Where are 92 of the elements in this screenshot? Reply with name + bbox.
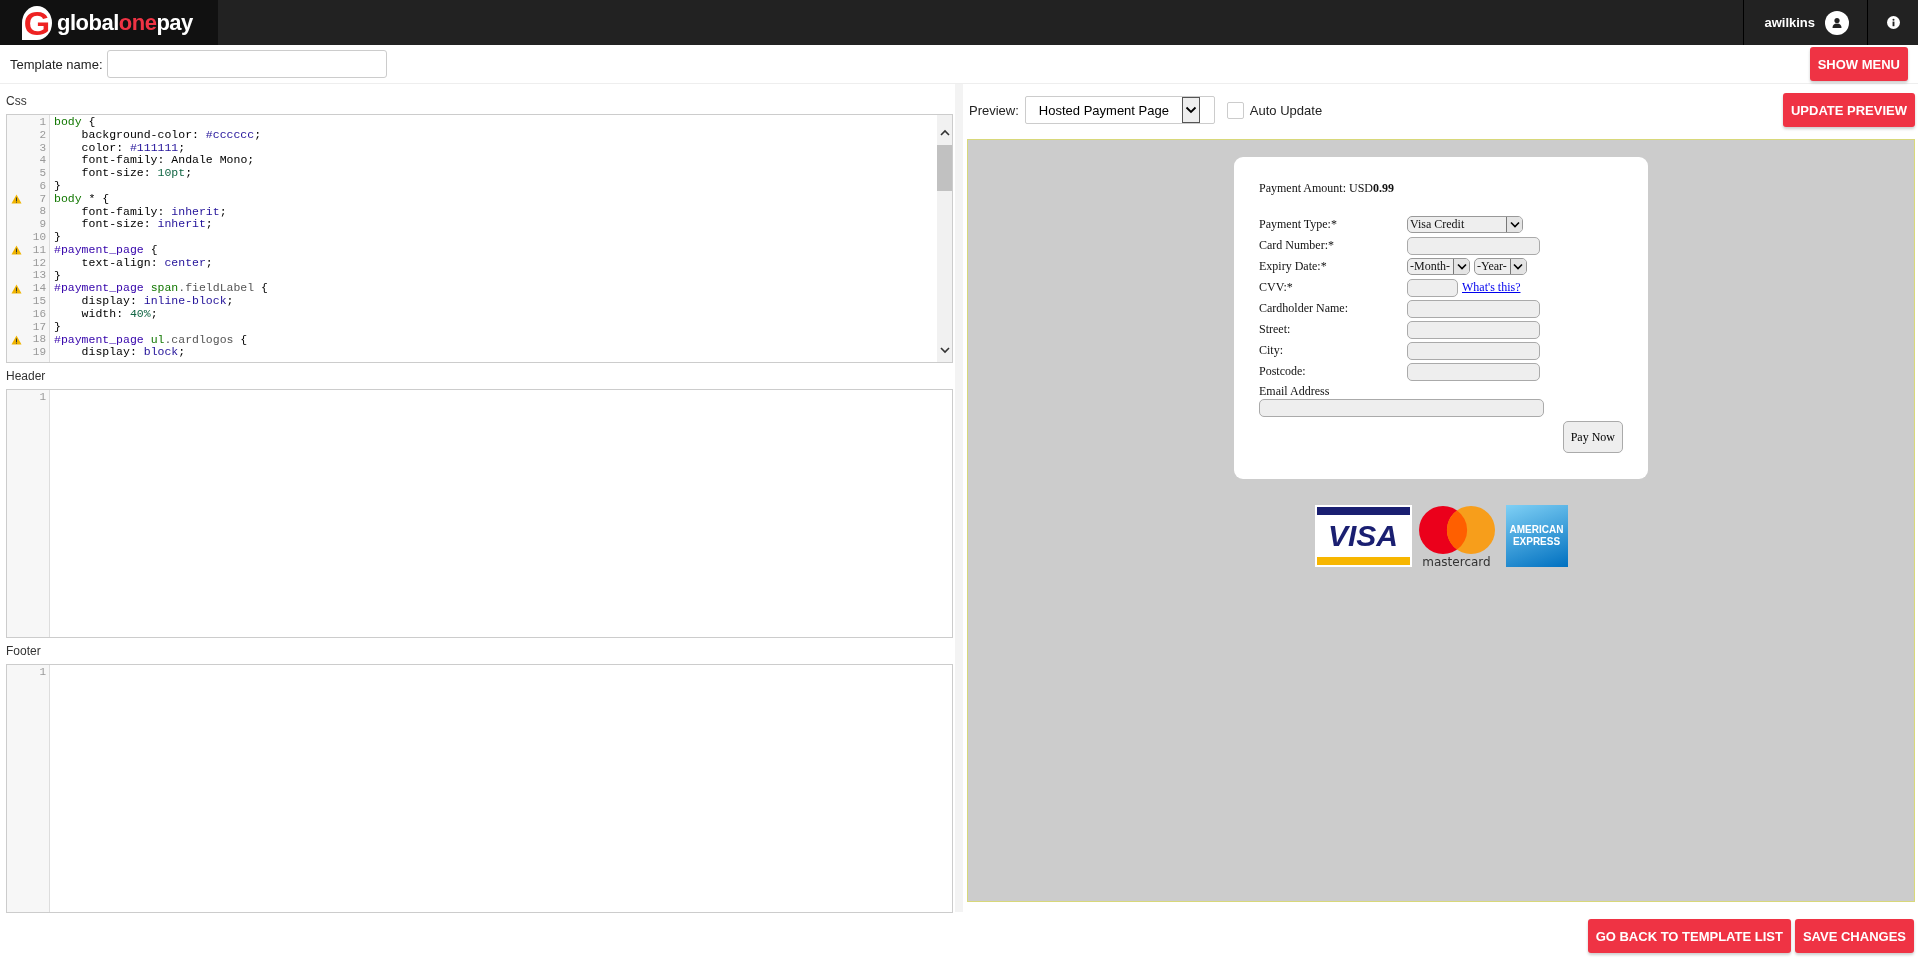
- line-number: 10: [31, 231, 47, 245]
- editor-title: Footer: [6, 644, 42, 660]
- user-menu[interactable]: awilkins: [1743, 0, 1868, 45]
- field-label: Email Address: [1259, 384, 1331, 399]
- line-number: 1: [38, 665, 47, 679]
- code-line: color: #111111;: [80, 141, 187, 155]
- line-number: 5: [38, 167, 47, 181]
- editor-title: Css: [6, 94, 28, 110]
- code-line: #payment_page ul.cardlogos {: [54, 333, 249, 347]
- field-label: CVV:*: [1259, 280, 1294, 295]
- email-field[interactable]: [1259, 399, 1544, 417]
- line-number: 3: [38, 141, 47, 155]
- scrollbar-thumb[interactable]: [937, 145, 952, 191]
- line-number: 7: [38, 192, 47, 206]
- line-number: 15: [31, 295, 47, 309]
- footer-button[interactable]: SAVE CHANGES: [1794, 919, 1914, 953]
- text-field[interactable]: [1407, 341, 1540, 360]
- pay-now-button[interactable]: Pay Now: [1562, 421, 1623, 453]
- user-avatar-icon: [1825, 10, 1849, 35]
- line-number: 17: [31, 320, 47, 334]
- text-field[interactable]: [1407, 362, 1540, 381]
- text-field[interactable]: [1407, 236, 1540, 255]
- line-number: 8: [38, 205, 47, 219]
- template-name-field[interactable]: [106, 50, 387, 78]
- code-line: display: block;: [80, 346, 187, 360]
- code-line: }: [54, 180, 62, 193]
- code-line: body * {: [54, 192, 111, 206]
- whats-this-link[interactable]: What's this?: [1462, 280, 1521, 295]
- text-field[interactable]: [1407, 299, 1540, 318]
- line-number: 2: [38, 128, 47, 142]
- code-line: display: inline-block;: [80, 295, 235, 308]
- payment-amount: Payment Amount: USD0.99: [1259, 181, 1395, 196]
- code-line: font-family: inherit;: [80, 205, 228, 219]
- mastercard-logo: mastercard: [1414, 505, 1499, 569]
- template-name-label: Template name:: [10, 56, 103, 72]
- line-number: 19: [31, 346, 47, 360]
- code-line: font-family: Andale Mono;: [80, 154, 256, 168]
- code-line: }: [54, 269, 62, 283]
- line-number: 14: [31, 282, 47, 296]
- line-number: 9: [38, 218, 47, 232]
- chevron-down-icon: [1513, 263, 1524, 270]
- line-number: 1: [38, 390, 47, 404]
- code-line: #payment_page span.fieldLabel {: [54, 282, 269, 296]
- line-number: 4: [38, 154, 47, 168]
- month-select[interactable]: -Month-: [1407, 258, 1470, 275]
- preview-select[interactable]: Hosted Payment Page: [1024, 96, 1215, 124]
- field-label: City:: [1259, 343, 1284, 358]
- chevron-down-icon: [1456, 263, 1467, 270]
- scrollbar[interactable]: [937, 115, 952, 362]
- line-number: 16: [31, 307, 47, 321]
- scroll-up-icon[interactable]: [939, 129, 950, 137]
- update-preview-button[interactable]: UPDATE PREVIEW: [1782, 93, 1915, 127]
- field-label: Payment Type:*: [1259, 217, 1338, 232]
- logo-mark: G: [22, 5, 52, 40]
- field-label: Postcode:: [1259, 364, 1307, 379]
- code-line: }: [54, 320, 62, 334]
- code-line: background-color: #cccccc;: [80, 128, 263, 142]
- payment-type-select[interactable]: Visa Credit: [1407, 216, 1523, 233]
- code-line: body {: [54, 116, 97, 129]
- field-label: Street:: [1259, 322, 1292, 337]
- footer-button[interactable]: GO BACK TO TEMPLATE LIST: [1587, 919, 1791, 953]
- user-name: awilkins: [1764, 15, 1815, 30]
- preview-label: Preview:: [969, 102, 1019, 118]
- show-menu-button[interactable]: SHOW MENU: [1809, 47, 1908, 81]
- field-label: Cardholder Name:: [1259, 301, 1349, 316]
- amex-logo: AMERICAN EXPRESS: [1505, 505, 1568, 567]
- code-line: text-align: center;: [80, 256, 214, 270]
- chevron-down-icon: [1509, 221, 1520, 228]
- code-line: width: 40%;: [80, 307, 159, 321]
- editor-title: Header: [6, 369, 47, 385]
- line-number: 12: [31, 256, 47, 270]
- cvv-field[interactable]: [1407, 278, 1458, 297]
- line-number: 13: [31, 269, 47, 283]
- text-field[interactable]: [1407, 320, 1540, 339]
- line-number: 1: [38, 115, 47, 129]
- code-line: font-size: 10pt;: [80, 167, 194, 180]
- chevron-down-icon: [1184, 106, 1197, 114]
- code-line: }: [54, 231, 62, 244]
- year-select[interactable]: -Year-: [1474, 258, 1527, 275]
- scroll-down-icon[interactable]: [939, 346, 950, 354]
- field-label: Card Number:*: [1259, 238, 1335, 253]
- line-number: 11: [31, 243, 47, 257]
- line-number: 18: [31, 333, 47, 347]
- line-number: 6: [38, 179, 47, 193]
- field-label: Expiry Date:*: [1259, 259, 1328, 274]
- logo-wordmark: globalonepay: [57, 9, 193, 36]
- info-icon[interactable]: [1886, 16, 1900, 29]
- auto-update-checkbox[interactable]: [1226, 101, 1244, 119]
- auto-update-label: Auto Update: [1249, 102, 1323, 118]
- visa-logo: VISA: [1314, 505, 1412, 567]
- code-line: #payment_page {: [54, 243, 159, 257]
- code-line: font-size: inherit;: [80, 218, 214, 232]
